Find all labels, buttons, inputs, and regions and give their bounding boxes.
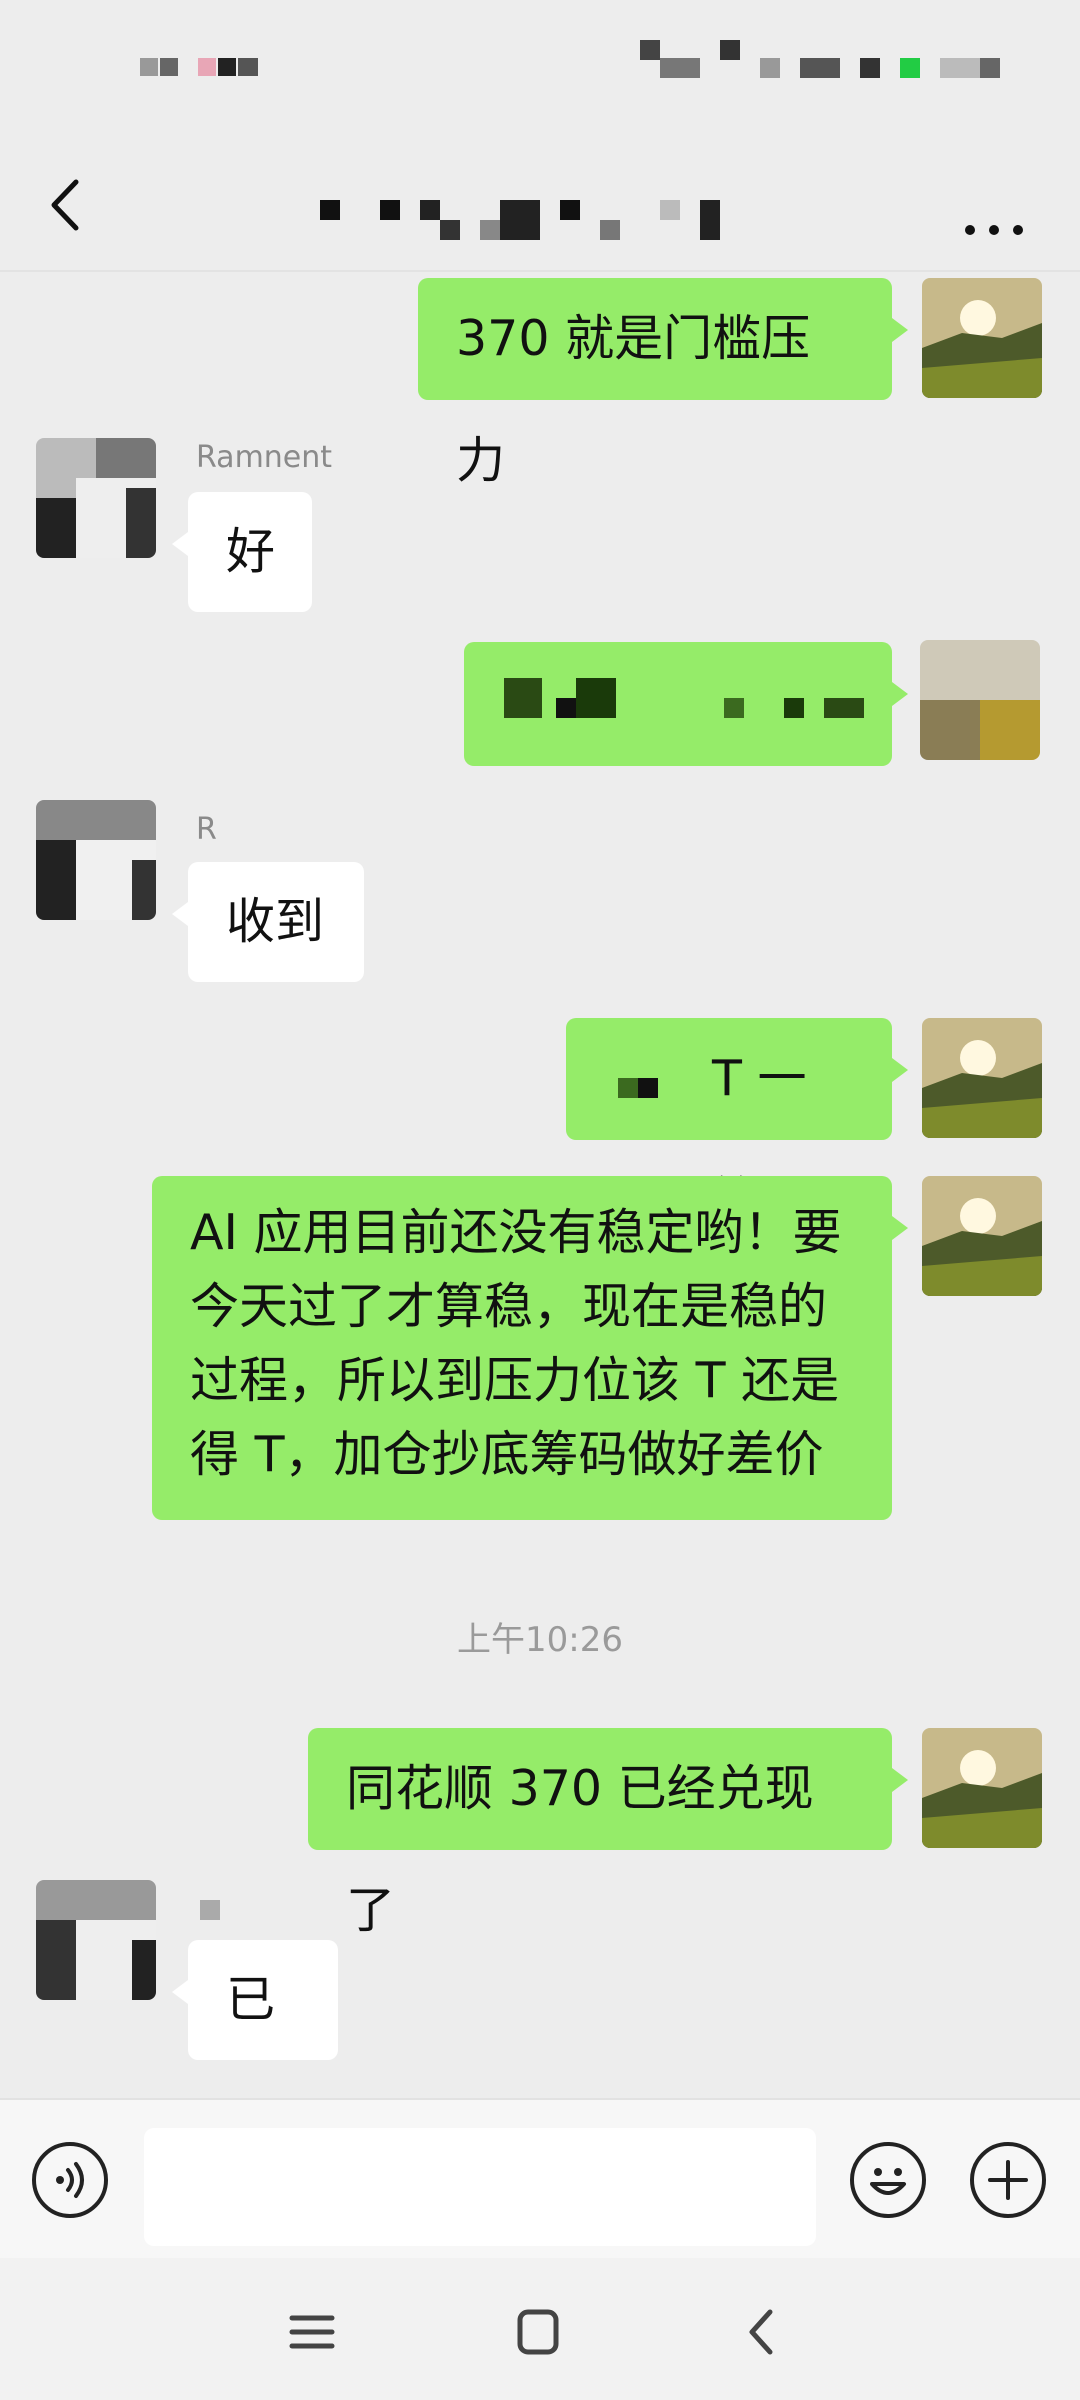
header-divider	[0, 270, 1080, 272]
status-bar-mask	[160, 58, 178, 76]
chat-header	[0, 140, 1080, 270]
status-bar-mask	[900, 58, 920, 78]
message-line: AI 应用目前还没有稳定哟！要	[190, 1204, 842, 1261]
voice-button[interactable]	[32, 2142, 108, 2218]
more-options-button[interactable]	[954, 170, 1034, 240]
sender-name: R	[196, 812, 217, 847]
my-avatar[interactable]	[922, 1728, 1042, 1848]
status-bar	[0, 0, 1080, 140]
more-dots-icon	[965, 225, 1023, 235]
back-icon[interactable]	[732, 2302, 792, 2362]
status-bar-mask	[218, 58, 236, 76]
status-bar-mask	[660, 58, 700, 78]
status-bar-mask	[140, 58, 158, 76]
menu-icon[interactable]	[282, 2302, 342, 2362]
message-bubble-outgoing[interactable]: 370 就是门槛压力	[418, 278, 908, 489]
my-avatar[interactable]	[922, 1176, 1042, 1296]
status-bar-mask	[940, 58, 980, 78]
message-line: 得 T，加仓抄底筹码做好差价	[190, 1426, 824, 1483]
sender-name-redacted	[200, 1900, 220, 1920]
message-line: 今天过了才算稳，现在是稳的	[190, 1278, 828, 1335]
emoji-icon	[870, 2168, 906, 2195]
message-bubble-incoming[interactable]: 已 t	[172, 1940, 338, 2148]
status-bar-mask	[720, 40, 740, 60]
my-avatar[interactable]	[922, 1018, 1042, 1138]
back-arrow-icon	[51, 179, 79, 231]
message-bubble-incoming[interactable]: 好	[172, 492, 312, 612]
message-bubble-outgoing-redacted[interactable]	[464, 642, 908, 766]
voice-icon	[56, 2162, 84, 2198]
message-text: 好	[226, 523, 276, 580]
emoji-button[interactable]	[850, 2142, 926, 2218]
my-avatar-redacted[interactable]	[920, 640, 1040, 760]
contact-avatar[interactable]	[36, 800, 156, 920]
message-bubble-outgoing[interactable]: T 一笔	[566, 1018, 908, 1229]
message-line: 过程，所以到压力位该 T 还是	[190, 1352, 840, 1409]
status-bar-mask	[238, 58, 258, 76]
landscape-avatar-image	[922, 278, 1042, 398]
system-navigation-bar	[0, 2258, 1080, 2400]
input-bar	[0, 2098, 1080, 2260]
message-input[interactable]	[144, 2128, 816, 2246]
status-bar-mask	[760, 58, 780, 78]
message-text: 370 就是门槛压力	[456, 310, 811, 489]
message-bubble-incoming[interactable]: 收到	[172, 862, 364, 982]
home-icon[interactable]	[508, 2302, 568, 2362]
message-bubble-outgoing[interactable]: AI 应用目前还没有稳定哟！要 今天过了才算稳，现在是稳的 过程，所以到压力位该…	[152, 1176, 908, 1520]
message-timestamp: 上午10:26	[457, 1620, 623, 1660]
my-avatar[interactable]	[922, 278, 1042, 398]
chat-title	[300, 180, 760, 240]
contact-avatar[interactable]	[36, 438, 156, 558]
status-bar-mask	[198, 58, 216, 76]
message-text: 收到	[226, 893, 325, 950]
plus-icon	[988, 2160, 1028, 2200]
landscape-avatar-image	[922, 1018, 1042, 1138]
contact-avatar[interactable]	[36, 1880, 156, 2000]
status-bar-mask	[860, 58, 880, 78]
back-button[interactable]	[34, 170, 104, 240]
status-bar-mask	[800, 58, 840, 78]
sender-name: Ramnent	[196, 440, 333, 475]
status-bar-mask	[980, 58, 1000, 78]
message-bubble-outgoing[interactable]: 同花顺 370 已经兑现了	[308, 1728, 908, 1939]
landscape-avatar-image	[922, 1176, 1042, 1296]
status-bar-mask	[640, 40, 660, 60]
message-text: 同花顺 370 已经兑现了	[346, 1760, 814, 1939]
add-button[interactable]	[970, 2142, 1046, 2218]
landscape-avatar-image	[922, 1728, 1042, 1848]
